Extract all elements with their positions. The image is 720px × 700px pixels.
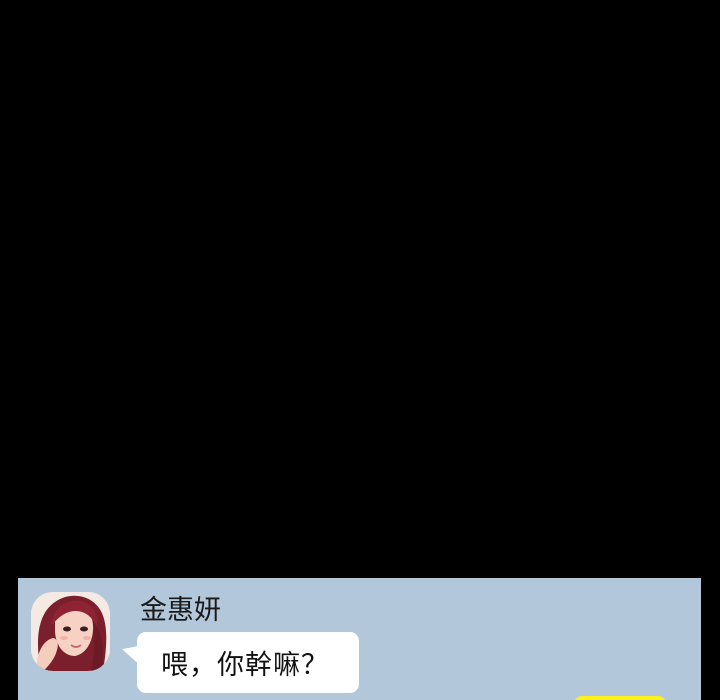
message-text: 喂，你幹嘛？ — [161, 650, 329, 681]
profile-avatar-icon[interactable] — [31, 592, 110, 671]
comic-panel: 金惠妍 喂，你幹嘛？ — [0, 0, 720, 700]
chat-window: 金惠妍 喂，你幹嘛？ — [18, 578, 701, 700]
outgoing-message-bubble[interactable] — [574, 696, 666, 700]
sender-name: 金惠妍 — [140, 595, 221, 626]
incoming-message-bubble[interactable]: 喂，你幹嘛？ — [137, 632, 359, 693]
